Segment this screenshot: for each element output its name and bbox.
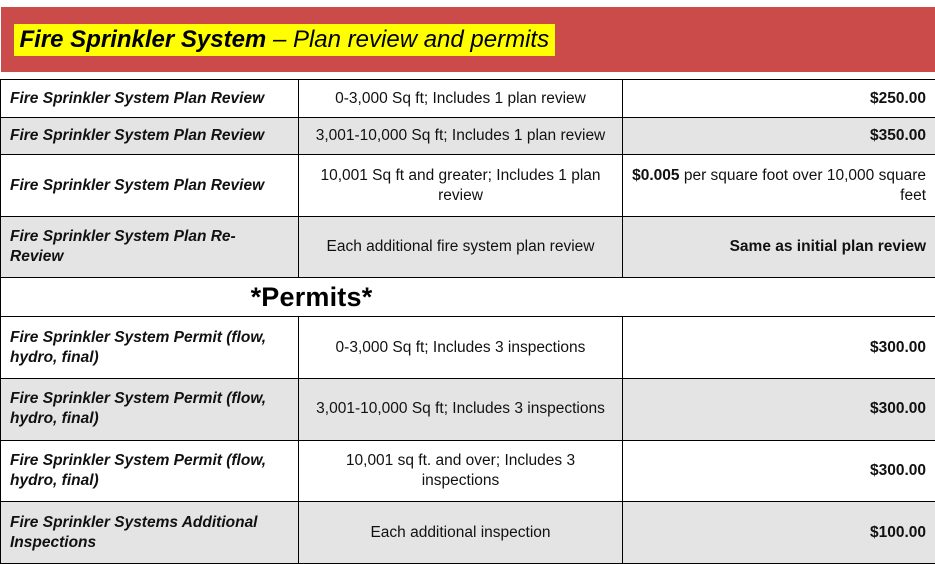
service-name: Fire Sprinkler System Plan Review: [0, 79, 299, 118]
service-fee: $350.00: [622, 116, 935, 156]
service-name: Fire Sprinkler System Plan Review: [0, 154, 299, 217]
document-title: Fire Sprinkler System – Plan review and …: [13, 23, 556, 56]
service-fee: $0.005 per square foot over 10,000 squar…: [622, 154, 935, 217]
service-fee: $300.00: [622, 439, 935, 503]
service-name: Fire Sprinkler System Permit (flow, hydr…: [0, 439, 299, 503]
service-description: 10,001 Sq ft and greater; Includes 1 pla…: [298, 154, 623, 217]
service-description: 0-3,000 Sq ft; Includes 1 plan review: [298, 79, 623, 118]
service-description: 10,001 sq ft. and over; Includes 3 inspe…: [298, 439, 623, 503]
fee-amount: $0.005: [632, 166, 680, 184]
service-description: 0-3,000 Sq ft; Includes 3 inspections: [298, 316, 623, 379]
table-row: Fire Sprinkler System Plan Re-Review Eac…: [0, 215, 935, 279]
service-description: Each additional fire system plan review: [298, 215, 623, 279]
fee-amount: $250.00: [869, 89, 926, 107]
service-fee: Same as initial plan review: [622, 215, 935, 279]
table-header-banner-row: Fire Sprinkler System – Plan review and …: [0, 0, 935, 80]
table-row: Fire Sprinkler System Plan Review 0-3,00…: [0, 79, 935, 118]
service-description: 3,001-10,000 Sq ft; Includes 3 inspectio…: [298, 378, 623, 441]
fee-amount: $100.00: [869, 523, 926, 541]
title-rest-part: – Plan review and permits: [266, 25, 550, 53]
banner-cell: Fire Sprinkler System – Plan review and …: [0, 0, 935, 80]
fee-amount: $300.00: [869, 400, 926, 418]
section-heading-row: *Permits*: [0, 277, 935, 318]
table-row: Fire Sprinkler Systems Additional Inspec…: [0, 501, 935, 564]
service-name: Fire Sprinkler System Plan Review: [0, 116, 299, 156]
title-strong-part: Fire Sprinkler System: [19, 25, 267, 53]
service-name: Fire Sprinkler System Permit (flow, hydr…: [0, 378, 299, 441]
section-heading-cell: *Permits*: [0, 277, 935, 318]
service-fee: $300.00: [622, 316, 935, 379]
table-row: Fire Sprinkler System Plan Review 3,001-…: [0, 116, 935, 156]
service-name: Fire Sprinkler Systems Additional Inspec…: [0, 501, 299, 564]
title-banner: Fire Sprinkler System – Plan review and …: [0, 7, 935, 73]
service-name: Fire Sprinkler System Permit (flow, hydr…: [0, 316, 299, 379]
fee-amount: $300.00: [869, 462, 926, 480]
fee-schedule-table: Fire Sprinkler System – Plan review and …: [0, 0, 935, 564]
fee-note: per square foot over 10,000 square feet: [679, 166, 926, 204]
service-description: 3,001-10,000 Sq ft; Includes 1 plan revi…: [298, 116, 623, 156]
fee-amount: $300.00: [869, 338, 926, 356]
service-fee: $100.00: [622, 501, 935, 564]
table-row: Fire Sprinkler System Plan Review 10,001…: [0, 154, 935, 217]
table-row: Fire Sprinkler System Permit (flow, hydr…: [0, 378, 935, 441]
table-row: Fire Sprinkler System Permit (flow, hydr…: [0, 316, 935, 379]
service-fee: $250.00: [622, 79, 935, 118]
fee-amount: $350.00: [869, 127, 926, 145]
service-name: Fire Sprinkler System Plan Re-Review: [0, 215, 299, 279]
service-fee: $300.00: [622, 378, 935, 441]
table-row: Fire Sprinkler System Permit (flow, hydr…: [0, 439, 935, 503]
section-heading-permits: *Permits*: [250, 281, 373, 312]
fee-amount: Same as initial plan review: [729, 238, 926, 256]
service-description: Each additional inspection: [298, 501, 623, 564]
